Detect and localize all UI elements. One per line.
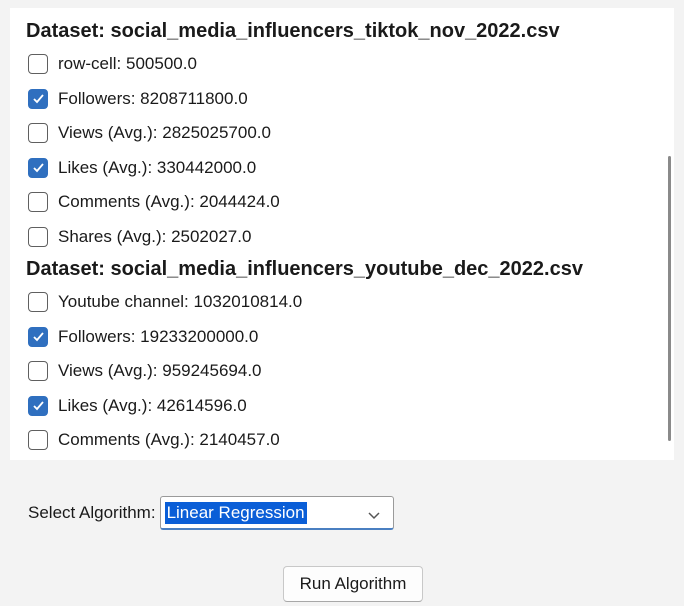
checkbox-label: Followers: 19233200000.0 bbox=[58, 326, 259, 346]
column-list: Dataset: social_media_influencers_tiktok… bbox=[26, 16, 656, 458]
checkbox-label: Shares (Avg.): 2502027.0 bbox=[58, 226, 252, 246]
checkbox-label: row-cell: 500500.0 bbox=[58, 54, 197, 74]
checkmark-icon bbox=[32, 163, 44, 173]
checkmark-icon bbox=[32, 401, 44, 411]
checkbox-row[interactable]: Comments (Avg.): 2044424.0 bbox=[26, 185, 656, 220]
algorithm-selector-row: Select Algorithm: Linear Regression bbox=[28, 496, 394, 530]
checkbox-row[interactable]: Views (Avg.): 959245694.0 bbox=[26, 354, 656, 389]
column-selection-panel: Dataset: social_media_influencers_tiktok… bbox=[10, 8, 674, 460]
checkbox-label: Likes (Avg.): 42614596.0 bbox=[58, 395, 247, 415]
checkbox-row[interactable]: Comments (Avg.): 2140457.0 bbox=[26, 423, 656, 458]
checkbox-row[interactable]: Likes (Avg.): 330442000.0 bbox=[26, 151, 656, 186]
checkbox-row[interactable]: Followers: 8208711800.0 bbox=[26, 82, 656, 117]
checkbox-row[interactable]: Youtube channel: 1032010814.0 bbox=[26, 285, 656, 320]
checkbox-row[interactable]: Shares (Avg.): 2502027.0 bbox=[26, 220, 656, 255]
run-algorithm-button[interactable]: Run Algorithm bbox=[283, 566, 423, 602]
vertical-scrollbar[interactable] bbox=[668, 156, 671, 441]
checkbox[interactable] bbox=[28, 226, 48, 247]
dataset-header-youtube: Dataset: social_media_influencers_youtub… bbox=[26, 258, 583, 280]
checkbox[interactable] bbox=[28, 292, 48, 313]
checkbox-row[interactable]: Likes (Avg.): 42614596.0 bbox=[26, 389, 656, 424]
checkbox[interactable] bbox=[28, 123, 48, 144]
checkbox-row[interactable]: Views (Avg.): 2825025700.0 bbox=[26, 116, 656, 151]
checkbox-label: Followers: 8208711800.0 bbox=[58, 88, 248, 108]
checkmark-icon bbox=[32, 94, 44, 104]
checkbox-label: Likes (Avg.): 330442000.0 bbox=[58, 157, 257, 177]
checkbox[interactable] bbox=[28, 54, 48, 75]
algorithm-label: Select Algorithm: bbox=[28, 503, 156, 522]
checkbox-label: Comments (Avg.): 2140457.0 bbox=[58, 430, 280, 450]
checkbox[interactable] bbox=[28, 361, 48, 382]
checkbox[interactable] bbox=[28, 88, 48, 109]
checkmark-icon bbox=[32, 332, 44, 342]
checkbox[interactable] bbox=[28, 326, 48, 347]
checkbox-label: Views (Avg.): 959245694.0 bbox=[58, 361, 262, 381]
algorithm-dropdown[interactable]: Linear Regression bbox=[159, 496, 394, 530]
checkbox-row[interactable]: row-cell: 500500.0 bbox=[26, 47, 656, 82]
checkbox-label: Comments (Avg.): 2044424.0 bbox=[58, 192, 280, 212]
checkbox[interactable] bbox=[28, 157, 48, 178]
algorithm-selected-value: Linear Regression bbox=[164, 501, 307, 524]
checkbox[interactable] bbox=[28, 192, 48, 213]
checkbox-row[interactable]: Followers: 19233200000.0 bbox=[26, 320, 656, 355]
dataset-header-tiktok: Dataset: social_media_influencers_tiktok… bbox=[26, 20, 560, 42]
checkbox-label: Views (Avg.): 2825025700.0 bbox=[58, 123, 271, 143]
checkbox-label: Youtube channel: 1032010814.0 bbox=[58, 292, 303, 312]
checkbox[interactable] bbox=[28, 395, 48, 416]
checkbox[interactable] bbox=[28, 430, 48, 451]
chevron-down-icon bbox=[367, 507, 381, 525]
